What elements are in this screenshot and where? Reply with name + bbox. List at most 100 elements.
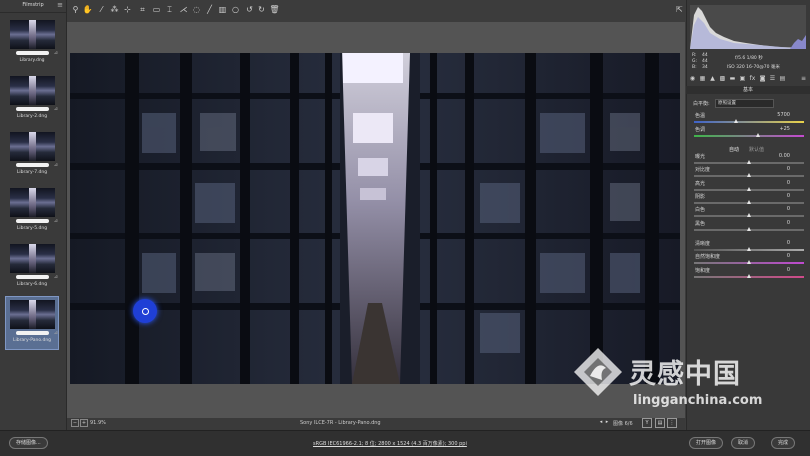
zoom-out-button[interactable]: − bbox=[71, 419, 79, 427]
slider-value[interactable]: 0 bbox=[770, 220, 790, 226]
slider-value[interactable]: 0 bbox=[770, 193, 790, 199]
rating-bar[interactable] bbox=[16, 219, 49, 223]
open-preferences-icon[interactable]: ⇱ bbox=[676, 5, 683, 14]
done-button[interactable]: 完成 bbox=[771, 437, 796, 449]
before-after-toggle[interactable]: Y bbox=[642, 418, 652, 428]
slider-value[interactable]: 0 bbox=[770, 253, 790, 259]
rating-bar[interactable] bbox=[16, 275, 49, 279]
slider-knob[interactable] bbox=[747, 274, 751, 278]
filmstrip-panel: Filmstrip ≡ ⊿ Library.dng ⊿ Library-2.dng ⊿ L… bbox=[0, 0, 67, 430]
save-image-button[interactable]: 存储图像... bbox=[9, 437, 48, 449]
rating-bar[interactable] bbox=[16, 331, 49, 335]
camera-calibration-icon[interactable]: ◙ bbox=[758, 75, 767, 82]
filmstrip-thumbnail[interactable]: ⊿ Library-5.dng bbox=[6, 185, 58, 237]
tint-value[interactable]: +25 bbox=[770, 126, 790, 132]
filmstrip-thumbnail[interactable]: ⊿ Library.dng bbox=[6, 17, 58, 69]
file-name-label: Sony ILCE-7R - Library-Pano.dng bbox=[300, 420, 381, 426]
hsl-icon[interactable]: ▩ bbox=[718, 75, 727, 82]
adjust-slider[interactable] bbox=[694, 247, 804, 251]
g-value: 44 bbox=[702, 59, 708, 64]
slider-value[interactable]: 0 bbox=[770, 240, 790, 246]
graduated-filter-icon[interactable]: ▥ bbox=[217, 5, 228, 15]
detail-icon[interactable]: ▲ bbox=[708, 75, 717, 82]
spot-removal-icon[interactable]: ⋌ bbox=[178, 5, 189, 15]
tint-slider[interactable] bbox=[694, 133, 804, 137]
tone-curve-icon[interactable]: ▦ bbox=[698, 75, 707, 82]
filmstrip-menu-icon[interactable]: ≡ bbox=[57, 1, 63, 9]
tint-slider-knob[interactable] bbox=[756, 133, 760, 137]
straighten-icon[interactable]: ▭ bbox=[151, 5, 162, 15]
watermark-cn-text: 灵感中国 bbox=[629, 359, 741, 390]
white-balance-icon[interactable]: ⁄ bbox=[96, 5, 107, 15]
slider-knob[interactable] bbox=[747, 247, 751, 251]
slider-value[interactable]: 0 bbox=[770, 166, 790, 172]
rotate-left-icon[interactable]: ↺ bbox=[244, 5, 255, 15]
basic-panel-icon[interactable]: ◉ bbox=[688, 75, 697, 82]
slider-knob[interactable] bbox=[747, 260, 751, 264]
slider-value[interactable]: 0 bbox=[770, 180, 790, 186]
hand-icon[interactable]: ✋ bbox=[82, 5, 93, 15]
color-sampler-icon[interactable]: ⁂ bbox=[109, 5, 120, 15]
zoom-in-button[interactable]: + bbox=[80, 419, 88, 427]
adjust-slider[interactable] bbox=[694, 227, 804, 231]
temp-slider[interactable] bbox=[694, 119, 804, 123]
slider-value[interactable]: 0 bbox=[770, 206, 790, 212]
adjust-slider[interactable] bbox=[694, 187, 804, 191]
edited-badge-icon: ⊿ bbox=[53, 162, 58, 168]
rating-bar[interactable] bbox=[16, 107, 49, 111]
white-balance-select[interactable]: 原照设置 bbox=[715, 99, 774, 108]
auto-button[interactable]: 自动 bbox=[729, 146, 739, 153]
default-button[interactable]: 默认值 bbox=[749, 146, 764, 153]
slider-knob[interactable] bbox=[747, 160, 751, 164]
cancel-button[interactable]: 取消 bbox=[731, 437, 756, 449]
rotate-right-icon[interactable]: ↻ bbox=[256, 5, 267, 15]
zoom-icon[interactable]: ⚲ bbox=[70, 5, 81, 15]
open-image-button[interactable]: 打开图像 bbox=[689, 437, 724, 449]
temp-slider-knob[interactable] bbox=[734, 119, 738, 123]
workflow-options-link[interactable]: sRGB IEC61966-2.1; 8 位; 2800 x 1524 (4.3… bbox=[313, 440, 467, 447]
slider-value[interactable]: 0.00 bbox=[770, 153, 790, 159]
panel-menu-icon[interactable]: ≡ bbox=[799, 75, 808, 82]
adjust-slider[interactable] bbox=[694, 213, 804, 217]
adjust-slider[interactable] bbox=[694, 274, 804, 278]
filmstrip-thumbnail[interactable]: ⊿ Library-Pano.dng bbox=[5, 296, 59, 350]
lens-corrections-icon[interactable]: ▣ bbox=[738, 75, 747, 82]
trash-icon[interactable]: 🗑 bbox=[269, 5, 280, 15]
presets-icon[interactable]: ☰ bbox=[768, 75, 777, 82]
slider-knob[interactable] bbox=[747, 227, 751, 231]
slider-value[interactable]: 0 bbox=[770, 267, 790, 273]
transform-icon[interactable]: ⌶ bbox=[164, 5, 175, 15]
settings-toggle-button[interactable]: ⋮ bbox=[667, 418, 677, 428]
slider-knob[interactable] bbox=[747, 213, 751, 217]
slider-knob[interactable] bbox=[747, 187, 751, 191]
snapshots-icon[interactable]: ▤ bbox=[778, 75, 787, 82]
adjust-slider[interactable] bbox=[694, 200, 804, 204]
crop-icon[interactable]: ⌗ bbox=[137, 5, 148, 15]
radial-filter-icon[interactable]: ○ bbox=[230, 5, 241, 15]
slider-knob[interactable] bbox=[747, 200, 751, 204]
zoom-level[interactable]: 91.9% bbox=[90, 420, 106, 426]
adjust-slider[interactable] bbox=[694, 260, 804, 264]
filmstrip-thumbnail[interactable]: ⊿ Library-2.dng bbox=[6, 73, 58, 125]
edited-badge-icon: ⊿ bbox=[53, 274, 58, 280]
filmstrip-thumbnail[interactable]: ⊿ Library-7.dng bbox=[6, 129, 58, 181]
targeted-adjust-icon[interactable]: ⊹ bbox=[122, 5, 133, 15]
library-interior-image bbox=[70, 53, 680, 384]
rating-bar[interactable] bbox=[16, 163, 49, 167]
temp-value[interactable]: 5700 bbox=[770, 112, 790, 118]
slider-label: 对比度 bbox=[695, 167, 711, 173]
thumbnail-filename: Library.dng bbox=[19, 58, 45, 63]
adjust-slider[interactable] bbox=[694, 160, 804, 164]
temp-label: 色温 bbox=[695, 113, 706, 119]
next-image-icon[interactable]: ▸ bbox=[603, 418, 611, 426]
effects-icon[interactable]: fx bbox=[748, 75, 757, 82]
split-toning-icon[interactable]: ▬ bbox=[728, 75, 737, 82]
slider-knob[interactable] bbox=[747, 173, 751, 177]
filmstrip-thumbnail[interactable]: ⊿ Library-6.dng bbox=[6, 241, 58, 293]
view-mode-button[interactable]: ▤ bbox=[655, 418, 665, 428]
photo-preview[interactable] bbox=[70, 53, 680, 384]
rating-bar[interactable] bbox=[16, 51, 49, 55]
adjust-slider[interactable] bbox=[694, 173, 804, 177]
red-eye-icon[interactable]: ◌ bbox=[191, 5, 202, 15]
adjustment-brush-icon[interactable]: ╱ bbox=[204, 5, 215, 15]
